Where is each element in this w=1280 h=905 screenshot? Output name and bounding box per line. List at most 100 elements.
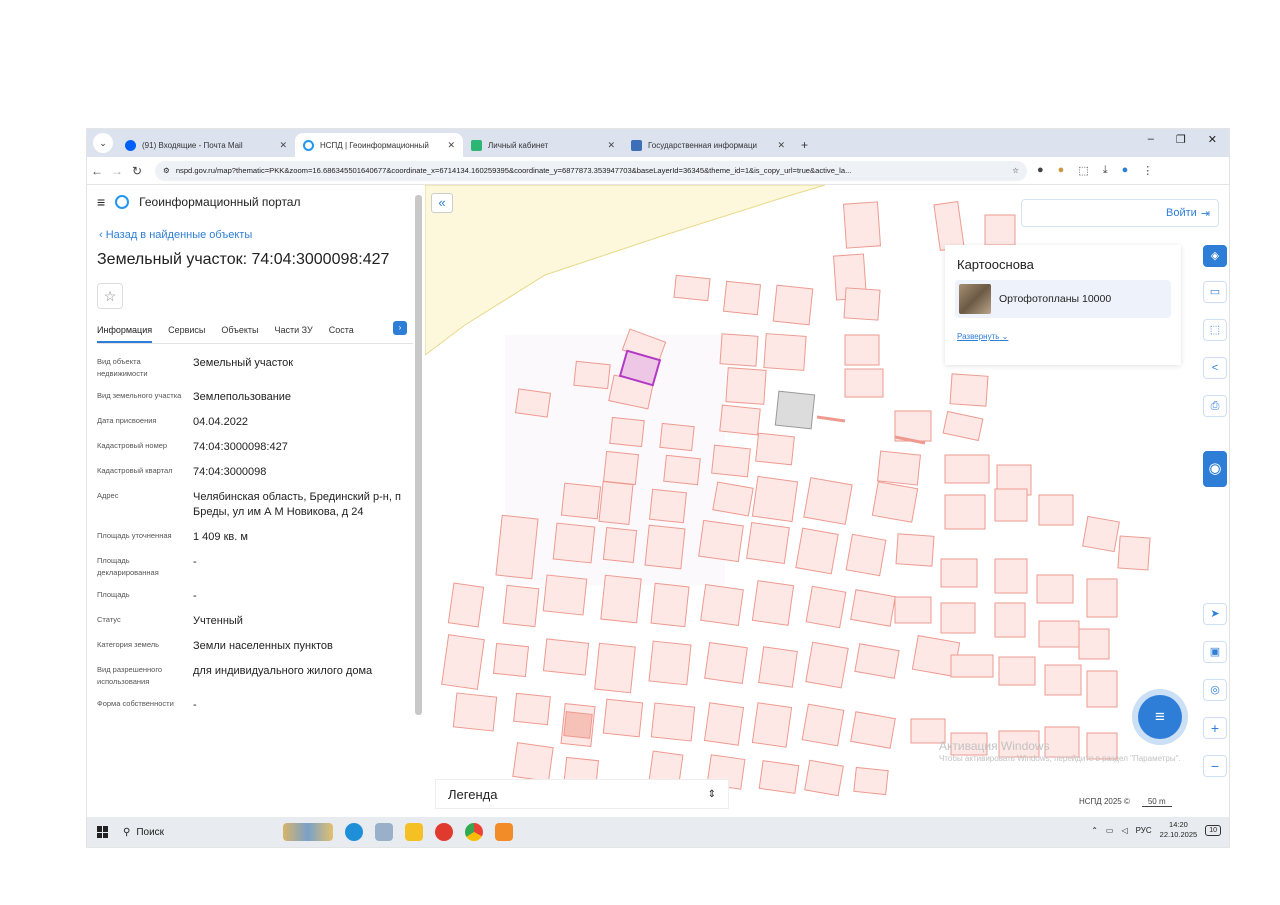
cadastral-parcel xyxy=(940,558,978,588)
address-bar[interactable]: ⚙ nspd.gov.ru/map?thematic=PKK&zoom=16.6… xyxy=(155,160,1027,181)
close-icon[interactable]: ✕ xyxy=(447,140,455,151)
tab-services[interactable]: Сервисы xyxy=(168,325,205,343)
legend-dropdown[interactable]: Легенда ⇕ xyxy=(435,779,729,809)
cadastral-parcel xyxy=(1044,664,1082,696)
search-location-button[interactable]: ◎ xyxy=(1203,679,1227,701)
object-title: Земельный участок: 74:04:3000098:427 xyxy=(97,251,390,268)
sidebar-panel: ≡ Геоинформационный портал ‹ Назад в най… xyxy=(87,185,425,815)
weather-widget-icon[interactable] xyxy=(283,823,333,841)
map-attribution: НСПД 2025 © 50 m xyxy=(1079,797,1172,807)
close-icon[interactable]: ✕ xyxy=(279,140,287,151)
property-row: Площадь декларированная - xyxy=(97,555,407,579)
minimap-button[interactable]: ▣ xyxy=(1203,641,1227,663)
language-indicator[interactable]: РУС xyxy=(1136,826,1152,835)
tab-parts[interactable]: Части ЗУ xyxy=(275,325,313,343)
cadastral-parcel xyxy=(495,514,539,580)
favorite-star-icon[interactable]: ☆ xyxy=(97,283,123,309)
property-value: Земли населенных пунктов xyxy=(193,640,333,652)
reload-icon[interactable]: ↻ xyxy=(127,164,147,178)
hamburger-icon[interactable]: ≡ xyxy=(97,194,105,210)
property-key: Вид объекта недвижимости xyxy=(97,357,148,378)
volume-icon[interactable]: ◁ xyxy=(1121,826,1127,835)
menu-icon[interactable]: ⋮ xyxy=(1142,164,1153,177)
property-key: Форма собственности xyxy=(97,699,174,708)
basemap-option[interactable]: Ортофотопланы 10000 xyxy=(955,280,1171,318)
tab-nspd[interactable]: НСПД | Геоинформационный ✕ xyxy=(295,133,463,157)
share-button[interactable]: < xyxy=(1203,357,1227,379)
chrome-icon[interactable] xyxy=(465,823,483,841)
tab-gosinfo-title: Государственная информаци xyxy=(648,140,758,150)
cadastral-parcel xyxy=(722,280,762,316)
minimize-button[interactable]: – xyxy=(1148,133,1154,146)
close-icon[interactable]: ✕ xyxy=(607,140,615,151)
legend-label: Легенда xyxy=(448,786,498,802)
property-key: Вид земельного участка xyxy=(97,391,182,400)
property-value: - xyxy=(193,556,197,568)
extensions-icon[interactable]: ⬚ xyxy=(1078,164,1088,177)
help-widget-button[interactable]: ◉ xyxy=(1203,451,1227,487)
app-icon[interactable] xyxy=(375,823,393,841)
layers-tool-button[interactable]: ◈ xyxy=(1203,245,1227,267)
url-text[interactable]: nspd.gov.ru/map?thematic=PKK&zoom=16.686… xyxy=(176,166,1006,175)
site-info-icon[interactable]: ⚙ xyxy=(163,166,170,175)
login-button[interactable]: Войти ⇥ xyxy=(1021,199,1219,227)
ruler-tool-button[interactable]: ▭ xyxy=(1203,281,1227,303)
download-icon[interactable]: ⤓ xyxy=(1103,164,1108,177)
tab-mail[interactable]: (91) Входящие - Почта Mail ✕ xyxy=(117,133,295,157)
close-icon[interactable]: ✕ xyxy=(777,140,785,151)
cadastral-parcel xyxy=(659,422,695,452)
profile-icon[interactable]: ● xyxy=(1122,164,1129,177)
search-location-icon: ◎ xyxy=(1210,684,1220,696)
select-area-icon: ⬚ xyxy=(1209,324,1221,336)
network-icon[interactable]: ▭ xyxy=(1106,826,1114,835)
expand-link[interactable]: Развернуть ⌄ xyxy=(957,332,1181,341)
tab-composition[interactable]: Соста xyxy=(329,325,354,343)
tabs-scroll-right-icon[interactable]: › xyxy=(393,321,407,335)
window-controls: – ❐ ✕ xyxy=(1148,133,1229,146)
property-row: Адрес Челябинская область, Брединский р-н… xyxy=(97,490,407,520)
clock[interactable]: 14:20 22.10.2025 xyxy=(1160,820,1198,840)
bookmark-star-icon[interactable]: ☆ xyxy=(1012,166,1019,175)
restore-button[interactable]: ❐ xyxy=(1176,133,1186,146)
property-value: Учтенный xyxy=(193,615,243,627)
chat-button[interactable]: ≡ xyxy=(1138,695,1182,739)
yandex-icon[interactable] xyxy=(435,823,453,841)
tab-objects[interactable]: Объекты xyxy=(221,325,258,343)
file-explorer-icon[interactable] xyxy=(405,823,423,841)
windows-start-icon[interactable] xyxy=(97,826,109,838)
locate-button[interactable]: ➤ xyxy=(1203,603,1227,625)
tab-search-button[interactable]: ⌄ xyxy=(93,133,113,153)
cadastral-parcel xyxy=(650,582,690,628)
print-button[interactable]: ⎙ xyxy=(1203,395,1227,417)
cadastral-parcel xyxy=(751,702,793,748)
cadastral-parcel xyxy=(772,284,814,326)
notifications-icon[interactable]: 10 xyxy=(1205,824,1221,836)
collapse-sidebar-button[interactable]: « xyxy=(431,193,453,213)
zoom-out-button[interactable]: − xyxy=(1203,755,1227,777)
sidebar-scrollbar[interactable] xyxy=(415,195,422,715)
extension-icon[interactable]: ● xyxy=(1037,164,1044,177)
back-icon[interactable]: ← xyxy=(87,164,107,178)
property-key: Площадь уточненная xyxy=(97,531,172,540)
nspd-icon xyxy=(303,139,314,151)
edge-icon[interactable] xyxy=(345,823,363,841)
tab-cabinet[interactable]: Личный кабинет ✕ xyxy=(463,133,623,157)
cadastral-parcel xyxy=(648,640,692,686)
forward-icon[interactable]: → xyxy=(107,164,127,178)
app-orange-icon[interactable] xyxy=(495,823,513,841)
cadastral-parcel xyxy=(763,333,807,371)
cadastral-parcel xyxy=(1038,620,1080,648)
zoom-in-button[interactable]: + xyxy=(1203,717,1227,739)
tab-information[interactable]: Информация xyxy=(97,325,153,343)
close-window-button[interactable]: ✕ xyxy=(1208,133,1217,146)
new-tab-label: + xyxy=(801,138,809,152)
map-view[interactable]: « Войти ⇥ Картооснова Ортофотопланы 10000… xyxy=(425,185,1229,815)
select-area-button[interactable]: ⬚ xyxy=(1203,319,1227,341)
taskbar-search[interactable]: ⚲ Поиск xyxy=(123,827,263,838)
cadastral-parcel xyxy=(1036,574,1074,604)
tray-chevron-icon[interactable]: ⌃ xyxy=(1091,826,1098,835)
extension2-icon[interactable]: ● xyxy=(1058,164,1065,177)
back-link[interactable]: ‹ Назад в найденные объекты xyxy=(99,229,425,241)
tab-gosinfo[interactable]: Государственная информаци ✕ xyxy=(623,133,793,157)
new-tab-button[interactable]: + xyxy=(793,133,816,157)
